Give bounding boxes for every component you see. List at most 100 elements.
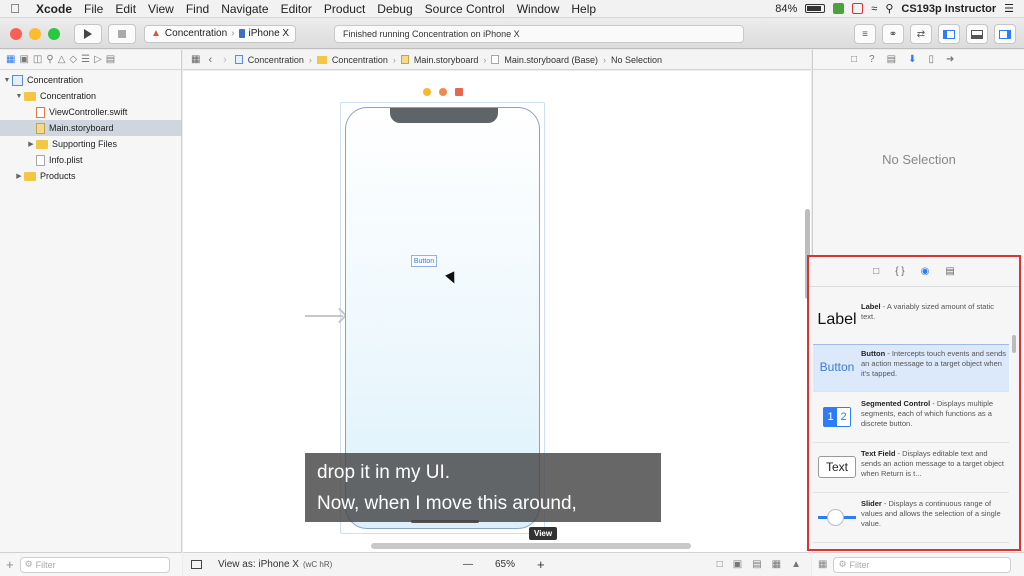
menu-window[interactable]: Window (511, 2, 566, 16)
zoom-in-button[interactable]: + (537, 557, 545, 572)
scheme-selector[interactable]: ▲ Concentration › iPhone X (144, 24, 297, 43)
grid-view-icon[interactable]: ▦ (818, 559, 827, 570)
menu-debug[interactable]: Debug (371, 2, 418, 16)
menu-file[interactable]: File (78, 2, 109, 16)
menu-product[interactable]: Product (318, 2, 371, 16)
back-arrow-icon[interactable]: ‹ (205, 54, 215, 66)
first-responder-icon[interactable] (439, 88, 447, 96)
breadcrumb-localization[interactable]: Main.storyboard (Base) (504, 55, 598, 65)
tree-row-viewcontroller[interactable]: ViewController.swift (0, 104, 181, 120)
forward-arrow-icon[interactable]: › (220, 54, 230, 66)
breakpoint-icon[interactable]: ▷ (94, 54, 102, 65)
attributes-inspector-icon[interactable]: ⬇ (908, 54, 916, 65)
folder-icon[interactable]: ▦ (6, 54, 15, 65)
version-editor-button[interactable]: ⇄ (910, 24, 932, 44)
menu-source-control[interactable]: Source Control (419, 2, 511, 16)
embed-in-icon[interactable]: ▣ (733, 559, 742, 570)
breadcrumb-file[interactable]: Main.storyboard (414, 55, 479, 65)
search-icon[interactable]: ⚲ (885, 2, 893, 15)
notification-center-icon[interactable]: ☰ (1004, 2, 1014, 15)
connections-inspector-icon[interactable]: ➜ (946, 54, 954, 65)
canvas-horizontal-scrollbar[interactable] (371, 543, 691, 549)
library-item-segmented-control[interactable]: 12 Segmented Control - Displays multiple… (813, 395, 1009, 443)
venn-icon: ⚭ (888, 28, 898, 40)
tree-row-products[interactable]: ▶ Products (0, 168, 181, 184)
identity-inspector-icon[interactable]: ▤ (887, 54, 896, 65)
menu-navigate[interactable]: Navigate (215, 2, 274, 16)
library-item-label[interactable]: Label Label - A variably sized amount of… (813, 298, 1009, 346)
debug-icon[interactable]: ☰ (81, 54, 90, 65)
navigator-filter-input[interactable]: ⚙ Filter (19, 556, 170, 573)
filter-icon: ⚙ (838, 559, 847, 569)
exit-icon[interactable] (455, 88, 463, 96)
apple-menu-icon[interactable]:  (0, 1, 30, 16)
resolve-issues-icon[interactable]: ▲ (791, 559, 801, 570)
disclosure-triangle-icon[interactable]: ▶ (14, 172, 24, 180)
test-icon[interactable]: ◇ (69, 54, 77, 65)
library-scrollbar[interactable] (1012, 335, 1016, 353)
update-frames-icon[interactable]: □ (717, 559, 723, 570)
user-name[interactable]: CS193p Instructor (901, 3, 996, 15)
menu-view[interactable]: View (142, 2, 180, 16)
device-icon (238, 29, 245, 38)
align-icon[interactable]: ▤ (752, 559, 761, 570)
tree-row-info-plist[interactable]: Info.plist (0, 152, 181, 168)
zoom-level[interactable]: 65% (495, 559, 515, 570)
view-controller-icon[interactable] (423, 88, 431, 96)
code-snippet-icon[interactable]: { } (895, 266, 904, 277)
storyboard-button[interactable]: Button (411, 255, 437, 267)
standard-editor-button[interactable]: ≡ (854, 24, 876, 44)
media-library-icon[interactable]: ▤ (945, 266, 954, 277)
library-item-text-field[interactable]: Text Text Field - Displays editable text… (813, 445, 1009, 493)
breadcrumb-group[interactable]: Concentration (332, 55, 388, 65)
library-filter-input[interactable]: ⚙ Filter (833, 556, 1012, 573)
assistant-editor-button[interactable]: ⚭ (882, 24, 904, 44)
disclosure-triangle-icon[interactable]: ▼ (14, 93, 24, 100)
tree-row-main-storyboard[interactable]: Main.storyboard (0, 120, 181, 136)
source-control-icon[interactable]: ▣ (19, 54, 28, 65)
entry-point-arrow-icon[interactable] (305, 315, 343, 317)
breadcrumb-selection[interactable]: No Selection (611, 55, 662, 65)
tree-row-group-concentration[interactable]: ▼ Concentration (0, 88, 181, 104)
minimize-window-button[interactable] (29, 27, 41, 40)
menu-editor[interactable]: Editor (275, 2, 318, 16)
menu-help[interactable]: Help (565, 2, 602, 16)
run-button[interactable] (74, 23, 102, 44)
library-item-slider[interactable]: Slider - Displays a continuous range of … (813, 495, 1009, 543)
zoom-out-button[interactable]: — (463, 559, 473, 570)
project-icon (12, 74, 23, 86)
help-inspector-icon[interactable]: ? (869, 54, 875, 65)
wifi-icon[interactable]: ≈ (871, 3, 877, 15)
menu-find[interactable]: Find (180, 2, 215, 16)
disclosure-triangle-icon[interactable]: ▼ (2, 77, 12, 84)
related-items-icon[interactable]: ▦ (191, 54, 200, 65)
file-inspector-icon[interactable]: □ (851, 54, 857, 65)
tree-row-supporting-files[interactable]: ▶ Supporting Files (0, 136, 181, 152)
document-outline-toggle-icon[interactable] (191, 560, 202, 569)
find-icon[interactable]: ⚲ (46, 54, 53, 65)
object-library-icon[interactable]: ◉ (921, 266, 930, 277)
warning-icon[interactable]: △ (58, 54, 66, 65)
toggle-debug-area-button[interactable] (966, 24, 988, 44)
disclosure-triangle-icon[interactable]: ▶ (26, 140, 36, 148)
size-inspector-icon[interactable]: ▯ (928, 54, 934, 65)
add-constraints-icon[interactable]: ▦ (772, 559, 781, 570)
view-as-device[interactable]: View as: iPhone X (218, 559, 299, 570)
library-item-button[interactable]: Button Button - Intercepts touch events … (813, 344, 1009, 392)
file-template-icon[interactable]: □ (873, 266, 879, 277)
add-file-icon[interactable]: + (6, 557, 14, 572)
calendar-icon[interactable] (852, 3, 864, 14)
report-icon[interactable]: ▤ (106, 54, 115, 65)
stop-button[interactable] (108, 23, 136, 44)
symbol-icon[interactable]: ◫ (33, 54, 42, 65)
battery-icon[interactable] (805, 4, 826, 13)
tree-row-project[interactable]: ▼ Concentration (0, 72, 181, 88)
zoom-window-button[interactable] (48, 27, 60, 40)
toggle-inspector-button[interactable] (994, 24, 1016, 44)
menu-app[interactable]: Xcode (30, 2, 78, 16)
toggle-navigator-button[interactable] (938, 24, 960, 44)
breadcrumb-project[interactable]: Concentration (248, 55, 304, 65)
close-window-button[interactable] (10, 27, 22, 40)
app-status-icon[interactable] (833, 3, 845, 14)
menu-edit[interactable]: Edit (109, 2, 142, 16)
